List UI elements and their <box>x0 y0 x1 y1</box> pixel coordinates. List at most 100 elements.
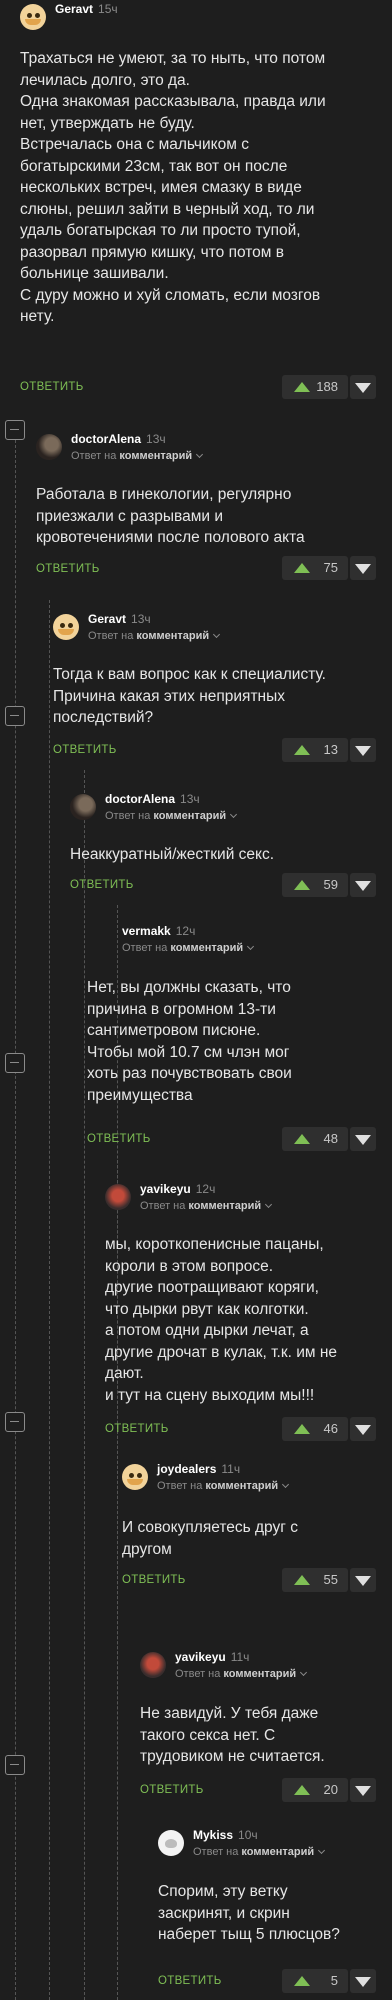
collapse-thread-button[interactable] <box>5 1755 25 1775</box>
author-name[interactable]: Geravt <box>55 2 93 16</box>
author-name[interactable]: yavikeyu 12ч <box>140 1182 215 1196</box>
reply-button[interactable]: ОТВЕТИТЬ <box>158 1975 222 1987</box>
downvote-arrow-icon[interactable] <box>350 738 376 762</box>
upvote-arrow-icon[interactable] <box>294 745 310 755</box>
reply-target[interactable]: комментарий <box>170 942 243 954</box>
text-line: Одна знакомая рассказывала, правда или <box>20 93 326 110</box>
chevron-down-icon[interactable] <box>213 630 221 639</box>
reply-button[interactable]: ОТВЕТИТЬ <box>20 381 84 393</box>
reply-target[interactable]: комментарий <box>223 1668 296 1680</box>
text-line: лечилась долго, это да. <box>20 71 190 89</box>
reply-to-link[interactable]: Ответ на комментарий <box>157 1480 290 1492</box>
reply-to-link[interactable]: Ответ на комментарий <box>105 810 238 822</box>
downvote-arrow-icon[interactable] <box>350 1969 376 1993</box>
reply-to-link[interactable]: Ответ на комментарий <box>140 1200 273 1212</box>
red-avatar[interactable] <box>140 1652 166 1678</box>
author-name[interactable]: Mykiss 10ч <box>193 1828 258 1842</box>
reply-to-link[interactable]: Ответ на комментарий <box>193 1846 326 1858</box>
chevron-down-icon[interactable] <box>300 1668 308 1677</box>
upvote-arrow-icon[interactable] <box>294 1134 310 1144</box>
reply-button[interactable]: ОТВЕТИТЬ <box>36 563 100 575</box>
comment-text: мы, короткопенисные пацаны, короли в это… <box>105 1234 337 1406</box>
vote-widget: 20 <box>282 1778 376 1802</box>
downvote-arrow-icon[interactable] <box>350 1778 376 1802</box>
downvote-arrow-icon[interactable] <box>350 1568 376 1592</box>
chevron-down-icon[interactable] <box>230 810 238 819</box>
reply-button[interactable]: ОТВЕТИТЬ <box>87 1133 151 1145</box>
author-name[interactable]: Geravt 15ч <box>55 2 118 16</box>
text-line: Спорим, эту ветку <box>158 1883 288 1900</box>
text-line: другом <box>122 1540 172 1558</box>
text-line: мы, короткопенисные пацаны, <box>105 1236 324 1253</box>
reply-to-link[interactable]: Ответ на комментарий <box>175 1668 308 1680</box>
author-name[interactable]: doctorAlena 13ч <box>71 432 166 446</box>
upvote-arrow-icon[interactable] <box>294 382 310 392</box>
reply-target[interactable]: комментарий <box>241 1846 314 1858</box>
author-name[interactable]: Geravt <box>88 612 126 626</box>
chevron-down-icon[interactable] <box>196 450 204 459</box>
upvote-arrow-icon[interactable] <box>294 1976 310 1986</box>
collapse-thread-button[interactable] <box>5 1053 25 1073</box>
author-name[interactable]: doctorAlena <box>105 792 175 806</box>
reply-to-link[interactable]: Ответ на комментарий <box>71 450 204 462</box>
vote-widget: 13 <box>282 738 376 762</box>
reply-button[interactable]: ОТВЕТИТЬ <box>53 744 117 756</box>
text-line: разорвал прямую кишку, что потом в <box>20 243 284 261</box>
text-line: И совокупляетесь друг с <box>122 1519 298 1536</box>
author-name[interactable]: joydealers <box>157 1462 216 1476</box>
downvote-arrow-icon[interactable] <box>350 556 376 580</box>
reply-button[interactable]: ОТВЕТИТЬ <box>105 1423 169 1435</box>
dark-avatar[interactable] <box>36 434 62 460</box>
reply-target[interactable]: комментарий <box>119 450 192 462</box>
reply-target[interactable]: комментарий <box>188 1200 261 1212</box>
cat-avatar[interactable] <box>53 614 79 640</box>
comment: doctorAlena 13ч Ответ на комментарий Рабо… <box>36 430 392 590</box>
rating: 188 <box>282 375 348 399</box>
reply-prefix: Ответ на <box>105 810 151 822</box>
downvote-arrow-icon[interactable] <box>350 1417 376 1441</box>
rating: 20 <box>282 1778 348 1802</box>
reply-target[interactable]: комментарий <box>205 1480 278 1492</box>
text-line: Нет, вы должны сказать, что <box>87 979 291 996</box>
upvote-arrow-icon[interactable] <box>294 1785 310 1795</box>
downvote-arrow-icon[interactable] <box>350 1127 376 1151</box>
cat-avatar[interactable] <box>20 4 46 30</box>
reply-target[interactable]: комментарий <box>136 630 209 642</box>
author-name[interactable]: Geravt 13ч <box>88 612 151 626</box>
chevron-down-icon[interactable] <box>282 1480 290 1489</box>
reply-button[interactable]: ОТВЕТИТЬ <box>70 879 134 891</box>
reply-to-link[interactable]: Ответ на комментарий <box>122 942 255 954</box>
upvote-arrow-icon[interactable] <box>294 1424 310 1434</box>
author-name[interactable]: yavikeyu 11ч <box>175 1650 249 1664</box>
reply-button[interactable]: ОТВЕТИТЬ <box>122 1574 186 1586</box>
upvote-arrow-icon[interactable] <box>294 1575 310 1585</box>
author-name[interactable]: vermakk <box>122 924 171 938</box>
cat-avatar[interactable] <box>122 1464 148 1490</box>
reply-button[interactable]: ОТВЕТИТЬ <box>140 1784 204 1796</box>
collapse-thread-button[interactable] <box>5 420 25 440</box>
red-avatar[interactable] <box>105 1184 131 1210</box>
author-name[interactable]: doctorAlena 13ч <box>105 792 200 806</box>
author-name[interactable]: yavikeyu <box>175 1650 226 1664</box>
collapse-thread-button[interactable] <box>5 706 25 726</box>
chevron-down-icon[interactable] <box>318 1846 326 1855</box>
author-name[interactable]: Mykiss <box>193 1828 233 1842</box>
comment-text: Нет, вы должны сказать, что причина в ог… <box>87 977 292 1106</box>
author-name[interactable]: vermakk 12ч <box>122 924 195 938</box>
collapse-thread-button[interactable] <box>5 1412 25 1432</box>
reply-target[interactable]: комментарий <box>153 810 226 822</box>
author-name[interactable]: joydealers 11ч <box>157 1462 240 1476</box>
dark-avatar[interactable] <box>70 794 96 820</box>
text-line: Трахаться не умеют, за то ныть, что пото… <box>20 50 326 67</box>
author-name[interactable]: yavikeyu <box>140 1182 191 1196</box>
chevron-down-icon[interactable] <box>265 1200 273 1209</box>
upvote-arrow-icon[interactable] <box>294 880 310 890</box>
downvote-arrow-icon[interactable] <box>350 375 376 399</box>
downvote-arrow-icon[interactable] <box>350 873 376 897</box>
white-avatar[interactable] <box>158 1830 184 1856</box>
author-name[interactable]: doctorAlena <box>71 432 141 446</box>
text-line: слюны, решил зайти в черный ход, то ли <box>20 200 315 218</box>
chevron-down-icon[interactable] <box>247 942 255 951</box>
reply-to-link[interactable]: Ответ на комментарий <box>88 630 221 642</box>
upvote-arrow-icon[interactable] <box>294 563 310 573</box>
